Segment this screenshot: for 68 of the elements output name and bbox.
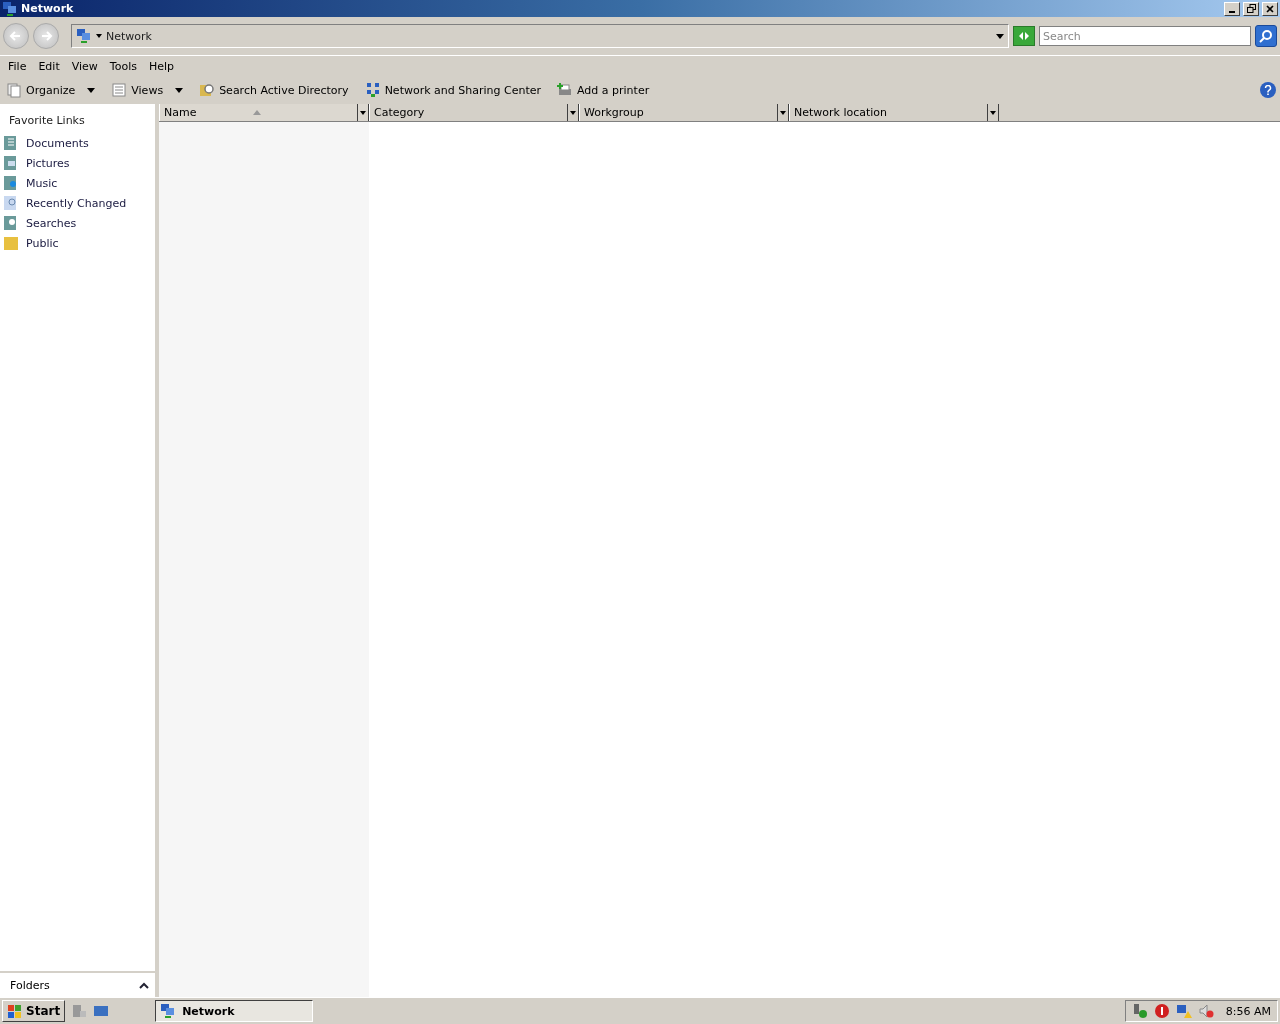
- window-title: Network: [21, 2, 75, 15]
- desktop-icon[interactable]: [93, 1003, 110, 1019]
- toolbar-button[interactable]: Search Active Directory: [197, 80, 351, 100]
- toolbar-button[interactable]: Views: [109, 80, 186, 100]
- toolbar-button[interactable]: Network and Sharing Center: [362, 80, 543, 100]
- menu-item[interactable]: View: [65, 59, 104, 73]
- caret-icon: [990, 110, 996, 115]
- column-header[interactable]: Workgroup: [579, 104, 789, 121]
- restore-icon: [1246, 4, 1256, 13]
- favorite-link[interactable]: Documents: [0, 133, 155, 153]
- close-icon: [1266, 4, 1274, 13]
- network-icon: [160, 1003, 177, 1019]
- search-field[interactable]: Search: [1039, 26, 1251, 46]
- windows-flag-icon: [7, 1003, 23, 1019]
- list-icon: [111, 82, 128, 98]
- menu-item[interactable]: Edit: [32, 59, 66, 73]
- column-header[interactable]: Name: [159, 104, 369, 121]
- folders-pane-toggle[interactable]: Folders: [0, 971, 155, 997]
- network-warning-icon[interactable]: [1175, 1003, 1192, 1019]
- favorite-link[interactable]: Recently Changed: [0, 193, 155, 213]
- refresh-button[interactable]: [1013, 26, 1035, 46]
- network-check-icon[interactable]: [1131, 1003, 1148, 1019]
- menu-item[interactable]: File: [2, 59, 33, 73]
- clock: 8:56 AM: [1225, 1004, 1271, 1018]
- taskbar-window-button[interactable]: Network: [155, 1000, 314, 1022]
- favorite-link[interactable]: Searches: [0, 213, 155, 233]
- network-icon: [364, 82, 381, 98]
- help-icon[interactable]: [1260, 82, 1276, 98]
- favorite-link[interactable]: Public: [0, 233, 155, 253]
- favorite-link[interactable]: Pictures: [0, 153, 155, 173]
- speaker-muted-icon[interactable]: [1197, 1003, 1214, 1019]
- picture-icon: [3, 155, 19, 171]
- caret-icon: [87, 87, 96, 93]
- document-icon: [3, 135, 19, 151]
- favorite-link[interactable]: Music: [0, 173, 155, 193]
- alert-icon[interactable]: [1153, 1003, 1170, 1019]
- start-button[interactable]: Start: [2, 1000, 66, 1022]
- sidebar-title: Favorite Links: [8, 113, 86, 129]
- minimize-icon: [1229, 10, 1235, 13]
- menu-item[interactable]: Tools: [103, 59, 143, 73]
- restore-button[interactable]: [1243, 1, 1259, 16]
- dropdown-caret-icon: [996, 33, 1004, 39]
- minimize-button[interactable]: [1224, 1, 1240, 16]
- question-mark-icon: [1264, 85, 1272, 95]
- pages-icon: [6, 82, 22, 98]
- recent-icon: [3, 195, 19, 211]
- caret-icon: [570, 110, 576, 115]
- menu-item[interactable]: Help: [142, 59, 181, 73]
- music-icon: [3, 175, 19, 191]
- address-bar[interactable]: Network: [71, 24, 1009, 48]
- network-icon: [2, 0, 18, 17]
- printer-icon: [557, 82, 573, 98]
- network-icon: [76, 28, 92, 44]
- caret-icon: [360, 110, 366, 115]
- close-button[interactable]: [1262, 1, 1278, 16]
- search-folder-icon: [3, 215, 19, 231]
- toolbar-button[interactable]: Add a printer: [555, 80, 652, 100]
- column-header[interactable]: Network location: [789, 104, 999, 121]
- sort-arrow-icon: [252, 110, 261, 115]
- column-header[interactable]: Category: [369, 104, 579, 121]
- caret-icon: [175, 87, 184, 93]
- search-icon: [1259, 29, 1273, 43]
- caret-icon: [96, 34, 102, 38]
- folder-icon: [3, 235, 19, 251]
- search-button[interactable]: [1255, 25, 1277, 47]
- chevron-up-icon: [139, 981, 149, 989]
- caret-icon: [780, 110, 786, 115]
- toolbar-button[interactable]: Organize: [4, 80, 98, 100]
